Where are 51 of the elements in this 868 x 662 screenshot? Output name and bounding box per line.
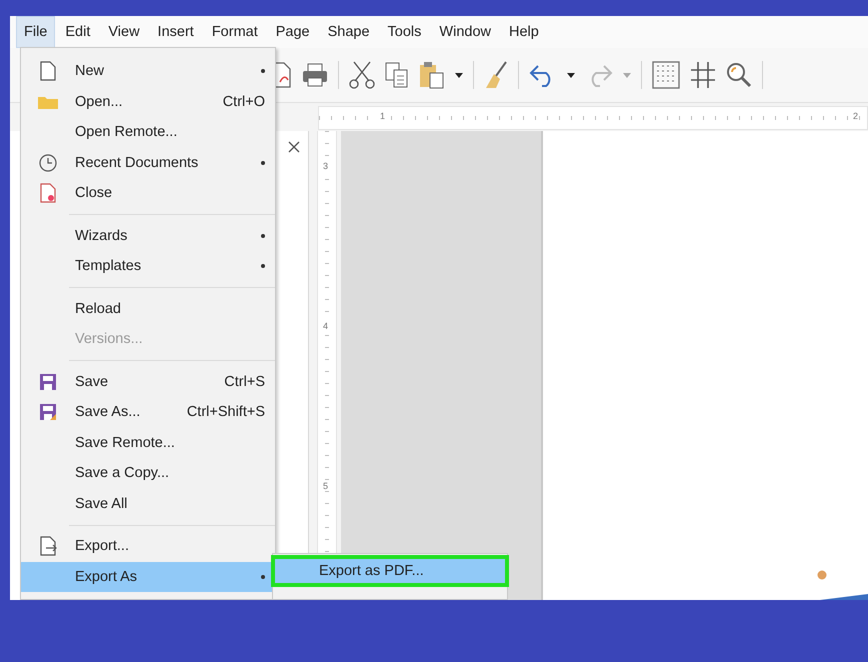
menu-item[interactable]: Open Remote... [21,117,275,148]
ruler-number: 2 [852,111,860,121]
menu-title[interactable]: Page [268,16,318,48]
menu-item[interactable]: Reload [21,294,275,324]
save-as-icon [39,403,57,422]
export-icon [40,536,56,556]
menu-item[interactable]: Open... Ctrl+O [21,86,275,117]
zoom-icon[interactable] [726,62,752,88]
menu-item[interactable]: Recent Documents [21,148,275,178]
ruler-number: 4 [322,321,330,331]
clock-icon [39,154,57,172]
helplines-icon[interactable] [690,61,716,89]
menu-title[interactable]: Format [204,16,266,48]
menu-title[interactable]: Help [500,16,547,48]
dropdown-icon[interactable] [567,72,575,78]
brush-icon[interactable] [484,61,508,89]
menu-title[interactable]: Window [431,16,499,48]
save-icon [39,372,57,391]
menu-item[interactable]: New [21,56,275,86]
menu-item[interactable]: Templates [21,251,275,282]
ruler-number: 3 [322,161,330,171]
menu-item[interactable]: Export... [21,531,275,562]
shape-edge [820,594,868,600]
folder-icon [38,94,58,109]
menu-item[interactable]: Save Ctrl+S [21,366,275,397]
ruler-number: 5 [322,481,330,491]
menu-title[interactable]: Insert [150,16,202,48]
print-icon[interactable] [302,63,328,87]
menu-item[interactable]: Save As... Ctrl+Shift+S [21,397,275,428]
menu-title[interactable]: View [100,16,148,48]
dropdown-icon[interactable] [455,72,463,78]
menu-title[interactable]: Tools [380,16,430,48]
close-icon[interactable] [288,141,300,153]
document-icon [40,61,56,82]
cut-icon[interactable] [349,61,375,89]
document-icon [40,183,56,204]
menu-item[interactable]: Wizards [21,220,275,251]
paste-icon[interactable] [419,61,445,89]
menu-item[interactable]: Save Remote... [21,428,275,458]
menu-item[interactable]: Export As [21,562,275,592]
menu-title[interactable]: Edit [57,16,98,48]
menu-item[interactable]: Export as PDF... [273,557,507,585]
handle-dot[interactable] [817,570,827,580]
menu-item[interactable]: Save a Copy... [21,458,275,488]
ruler-number: 1 [379,111,386,121]
menu-title[interactable]: Shape [320,16,378,48]
copy-icon[interactable] [385,62,409,88]
menu-item[interactable]: Close [21,178,275,208]
menu-item[interactable]: Save All [21,488,275,519]
grid-icon[interactable] [652,61,680,89]
menu-title[interactable]: File [16,16,56,48]
